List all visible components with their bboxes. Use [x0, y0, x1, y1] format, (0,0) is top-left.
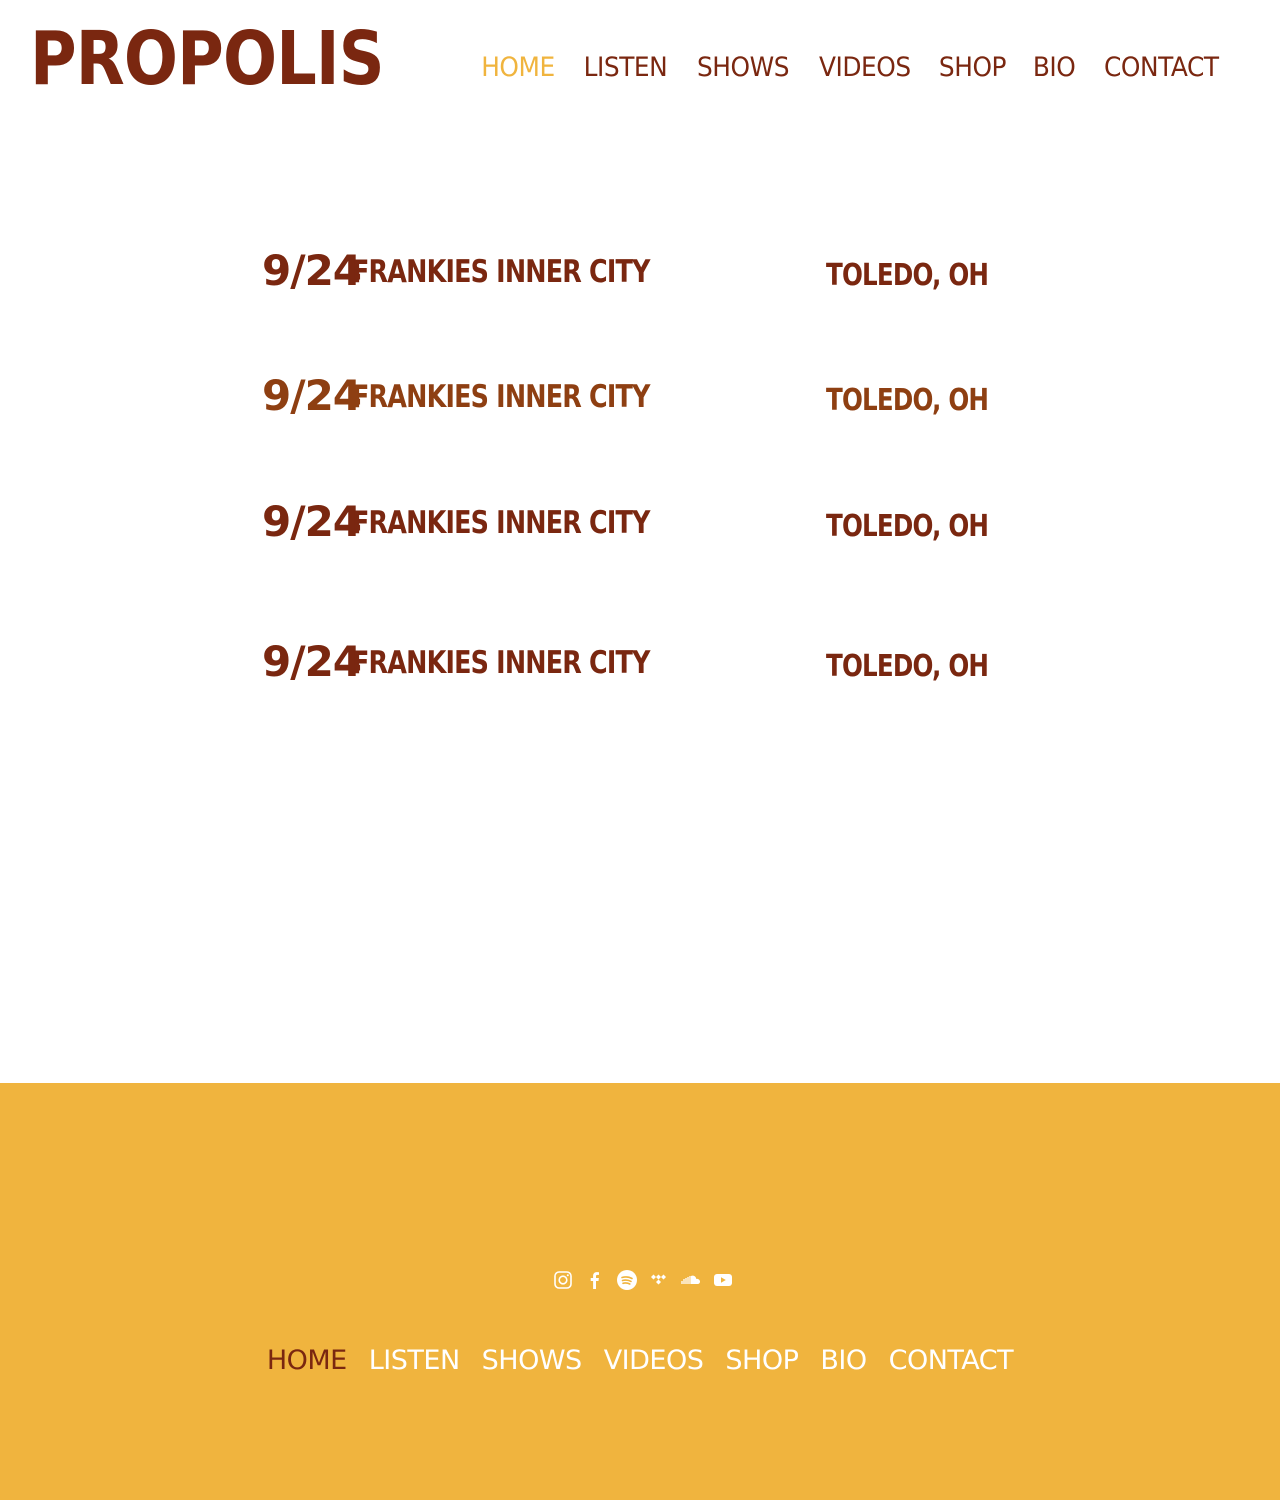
spotify-icon[interactable] — [616, 1269, 638, 1291]
show-row: 9/24 FRANKIES INNER CITY TOLEDO, OH — [262, 246, 1022, 306]
footer-nav-bio[interactable]: BIO — [820, 1345, 867, 1376]
show-venue: FRANKIES INNER CITY — [352, 254, 650, 290]
show-location: TOLEDO, OH — [826, 383, 989, 418]
show-date: 9/24 — [262, 637, 362, 686]
show-row: 9/24 FRANKIES INNER CITY TOLEDO, OH — [262, 371, 1022, 431]
nav-home[interactable]: HOME — [481, 52, 555, 83]
soundcloud-icon[interactable] — [680, 1269, 702, 1291]
nav-videos[interactable]: VIDEOS — [819, 52, 911, 83]
nav-listen[interactable]: LISTEN — [583, 52, 667, 83]
footer-nav-shows[interactable]: SHOWS — [482, 1345, 583, 1376]
instagram-icon[interactable] — [552, 1269, 574, 1291]
show-row: 9/24 FRANKIES INNER CITY TOLEDO, OH — [262, 637, 1022, 697]
youtube-icon[interactable] — [712, 1269, 734, 1291]
footer-nav: HOME LISTEN SHOWS VIDEOS SHOP BIO CONTAC… — [0, 1345, 1280, 1376]
show-date: 9/24 — [262, 246, 362, 295]
show-venue: FRANKIES INNER CITY — [352, 645, 650, 681]
site-logo[interactable]: PROPOLIS — [30, 16, 385, 102]
tidal-icon[interactable] — [648, 1269, 670, 1291]
show-row: 9/24 FRANKIES INNER CITY TOLEDO, OH — [262, 497, 1022, 557]
main-nav: HOME LISTEN SHOWS VIDEOS SHOP BIO CONTAC… — [478, 52, 1224, 83]
footer-nav-listen[interactable]: LISTEN — [369, 1345, 460, 1376]
footer-nav-home[interactable]: HOME — [267, 1345, 347, 1376]
show-location: TOLEDO, OH — [826, 509, 989, 544]
site-header: PROPOLIS HOME LISTEN SHOWS VIDEOS SHOP B… — [0, 0, 1280, 130]
footer-nav-videos[interactable]: VIDEOS — [604, 1345, 704, 1376]
show-venue: FRANKIES INNER CITY — [352, 379, 650, 415]
nav-bio[interactable]: BIO — [1033, 52, 1076, 83]
nav-contact[interactable]: CONTACT — [1104, 52, 1219, 83]
show-date: 9/24 — [262, 497, 362, 546]
social-links — [552, 1269, 734, 1291]
show-location: TOLEDO, OH — [826, 649, 989, 684]
show-venue: FRANKIES INNER CITY — [352, 505, 650, 541]
show-location: TOLEDO, OH — [826, 258, 989, 293]
footer-nav-contact[interactable]: CONTACT — [889, 1345, 1014, 1376]
nav-shop[interactable]: SHOP — [939, 52, 1007, 83]
site-footer: HOME LISTEN SHOWS VIDEOS SHOP BIO CONTAC… — [0, 1083, 1280, 1500]
footer-nav-shop[interactable]: SHOP — [725, 1345, 798, 1376]
facebook-icon[interactable] — [584, 1269, 606, 1291]
nav-shows[interactable]: SHOWS — [697, 52, 789, 83]
show-date: 9/24 — [262, 371, 362, 420]
